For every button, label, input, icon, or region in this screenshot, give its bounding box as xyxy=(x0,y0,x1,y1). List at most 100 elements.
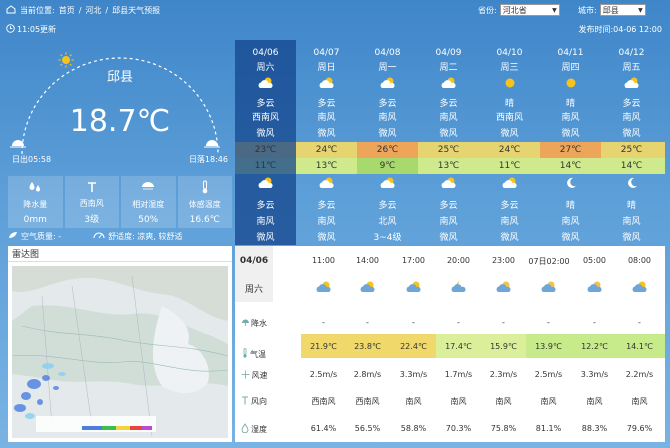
day-date: 04/12 xyxy=(618,48,645,58)
hour-time: 07日02:00 xyxy=(528,257,570,266)
wind-dir-value: 南风 xyxy=(405,397,422,406)
radar-map[interactable] xyxy=(12,266,228,438)
sunset-time: 日落18:46 xyxy=(188,155,228,164)
high-temp: 25℃ xyxy=(620,145,643,155)
day-week: 周三 xyxy=(500,63,519,73)
row-label-text: 气温 xyxy=(250,349,266,359)
row-label-text: 风速 xyxy=(251,370,268,380)
night-wind: 微风 xyxy=(256,233,275,243)
wind-icon xyxy=(241,370,250,381)
day-date: 04/08 xyxy=(374,48,401,58)
temp-value: 13.9℃ xyxy=(535,342,562,351)
precip-value: - xyxy=(457,318,460,327)
stat-precipitation: 降水量 0mm xyxy=(8,176,63,228)
night-weather: 多云 xyxy=(500,201,519,211)
high-temp: 27℃ xyxy=(540,142,601,158)
night-wind: 微风 xyxy=(561,233,580,243)
night-wind: 微风 xyxy=(500,233,519,243)
cloudy-icon xyxy=(572,280,617,296)
cloudy-icon xyxy=(526,280,571,296)
precip-value: - xyxy=(502,318,505,327)
day-wind: 微风 xyxy=(622,129,641,139)
day-wind-dir: 南风 xyxy=(439,113,458,123)
precip-value: - xyxy=(593,318,596,327)
day-wind-dir: 西南风 xyxy=(251,113,279,123)
stat-label: 降水量 xyxy=(23,200,48,209)
thermometer-icon xyxy=(242,348,248,360)
hour-time: 23:00 xyxy=(491,256,516,265)
night-wind-dir: 南风 xyxy=(622,217,641,227)
stat-wind: 西南风 3级 xyxy=(64,176,119,228)
row-label-text: 降水 xyxy=(251,318,267,328)
night-wind-dir: 北风 xyxy=(378,217,397,227)
night-weather: 晴 xyxy=(565,201,575,211)
temp-value: 14.1℃ xyxy=(626,342,653,351)
hour-time: 05:00 xyxy=(582,256,607,265)
cloudy-icon xyxy=(235,76,296,93)
night-weather: 晴 xyxy=(626,201,636,211)
city-label: 城市: xyxy=(578,5,597,15)
day-weather: 多云 xyxy=(378,99,397,109)
umbrella-icon xyxy=(241,318,250,329)
humidity-value: 58.8% xyxy=(400,424,427,433)
droplets-icon xyxy=(28,180,42,194)
city-select[interactable]: 邱县 ▼ xyxy=(599,4,646,16)
stat-humidity: 相对湿度 50% xyxy=(121,176,176,228)
cloudy-icon xyxy=(617,280,662,296)
humidity-icon xyxy=(141,180,155,194)
air-quality: 空气质量: - xyxy=(8,231,61,242)
day-wind: 微风 xyxy=(500,129,519,139)
hour-time: 08:00 xyxy=(627,256,652,265)
day-date: 04/06 xyxy=(252,48,279,58)
wind-dir-value: 南风 xyxy=(586,397,603,406)
day-week: 周日 xyxy=(317,63,336,73)
stat-label: 相对湿度 xyxy=(132,200,165,209)
day-weather: 晴 xyxy=(504,99,514,109)
cloudy-icon xyxy=(418,76,479,93)
breadcrumb-city[interactable]: 邱县天气预报 xyxy=(112,5,160,16)
cloudy-icon xyxy=(601,76,662,93)
cloudy-icon xyxy=(418,176,479,193)
day-date: 04/07 xyxy=(313,48,340,58)
home-icon xyxy=(6,4,16,16)
wind-dir-value: 西南风 xyxy=(311,397,336,406)
night-weather: 多云 xyxy=(439,201,458,211)
comfort-text: 舒适度: 凉爽, 较舒适 xyxy=(108,231,183,241)
day-weather: 晴 xyxy=(565,99,575,109)
day-weather: 多云 xyxy=(256,99,275,109)
cloudy-icon xyxy=(301,280,346,296)
hour-time: 11:00 xyxy=(311,256,336,265)
night-weather: 多云 xyxy=(317,201,336,211)
breadcrumb-home[interactable]: 首页 xyxy=(59,5,75,16)
day-wind: 微风 xyxy=(317,129,336,139)
stat-label: 西南风 xyxy=(79,198,104,208)
moon-icon xyxy=(540,176,601,193)
humidity-value: 56.5% xyxy=(354,424,381,433)
low-temp: 14℃ xyxy=(559,161,582,171)
cloudy-icon xyxy=(296,176,357,193)
day-wind-dir: 南风 xyxy=(378,113,397,123)
humidity-value: 79.6% xyxy=(626,424,653,433)
sunset-icon xyxy=(204,136,220,151)
day-wind-dir: 西南风 xyxy=(495,113,523,123)
sunrise-time: 日出05:58 xyxy=(12,155,52,164)
gauge-icon xyxy=(93,231,105,241)
stat-feels-like: 体感温度 16.6℃ xyxy=(177,176,232,228)
cloudy-icon xyxy=(296,76,357,93)
hourly-date: 04/06 xyxy=(239,256,269,266)
publish-time: 发布时间:04-06 12:00 xyxy=(578,24,662,34)
night-wind-dir: 南风 xyxy=(317,217,336,227)
day-weather: 多云 xyxy=(317,99,336,109)
temp-value: 15.9℃ xyxy=(490,342,517,351)
cloudy-icon xyxy=(479,176,540,193)
wind-speed-value: 2.8m/s xyxy=(353,370,382,379)
location-label: 当前位置: xyxy=(20,5,55,15)
breadcrumb-separator: / xyxy=(78,5,82,15)
current-conditions: 邱县 18.7℃ 日出05:58 日落18:46 xyxy=(8,40,232,170)
seven-day-forecast: 04/06 周六 多云 西南风 微风 多云 南风 微风 04/07 周日 多云 … xyxy=(235,40,665,245)
row-label-precip: 降水 xyxy=(235,316,273,330)
breadcrumb-province[interactable]: 河北 xyxy=(85,5,101,16)
stat-value: 0mm xyxy=(23,215,47,225)
province-select[interactable]: 河北省 ▼ xyxy=(499,4,560,16)
breadcrumb: 当前位置: 首页 / 河北 / 邱县天气预报 xyxy=(6,4,164,16)
